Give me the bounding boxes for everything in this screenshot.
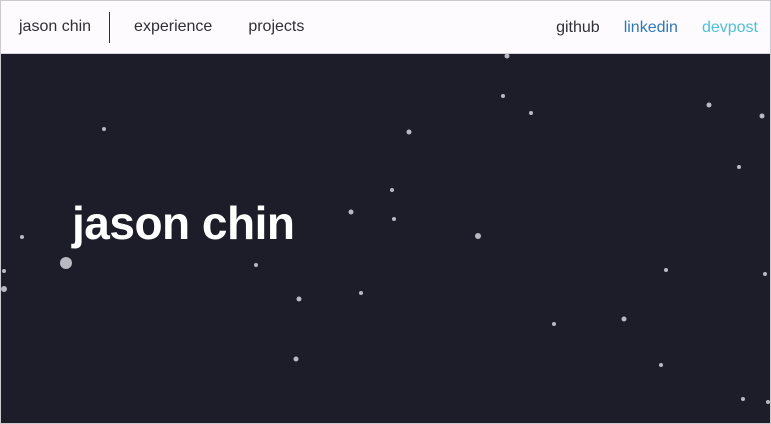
hero-section: jason chin <box>1 54 770 423</box>
social-links: github linkedin devpost <box>532 1 758 54</box>
particle <box>20 235 24 239</box>
nav-divider <box>109 11 111 43</box>
particle <box>737 165 741 169</box>
top-navbar: jason chin experience projects github li… <box>1 1 770 54</box>
particle <box>1 286 7 292</box>
linkedin-link[interactable]: linkedin <box>624 19 678 37</box>
particle <box>529 111 533 115</box>
particle <box>293 356 299 362</box>
particle <box>759 113 765 119</box>
particle <box>659 363 663 367</box>
particle <box>552 322 556 326</box>
particle <box>621 316 627 322</box>
particle <box>766 400 770 404</box>
particle <box>348 209 354 215</box>
nav-link-projects[interactable]: projects <box>248 18 304 36</box>
devpost-link[interactable]: devpost <box>702 19 758 37</box>
particle <box>390 188 394 192</box>
particle <box>664 268 668 272</box>
particle <box>359 291 363 295</box>
particle <box>296 296 302 302</box>
particle <box>2 269 6 273</box>
particle <box>706 102 712 108</box>
particle <box>254 263 258 267</box>
particle <box>406 129 412 135</box>
particle <box>763 272 767 276</box>
brand-link[interactable]: jason chin <box>19 19 91 35</box>
particle <box>392 217 396 221</box>
particle <box>741 397 745 401</box>
github-link[interactable]: github <box>556 19 600 37</box>
particle <box>60 257 72 269</box>
page-frame: jason chin experience projects github li… <box>0 0 771 424</box>
particle <box>504 54 510 59</box>
particle <box>475 233 481 239</box>
particle <box>102 127 106 131</box>
hero-title: jason chin <box>72 197 295 249</box>
nav-link-experience[interactable]: experience <box>134 18 212 36</box>
particle <box>501 94 505 98</box>
